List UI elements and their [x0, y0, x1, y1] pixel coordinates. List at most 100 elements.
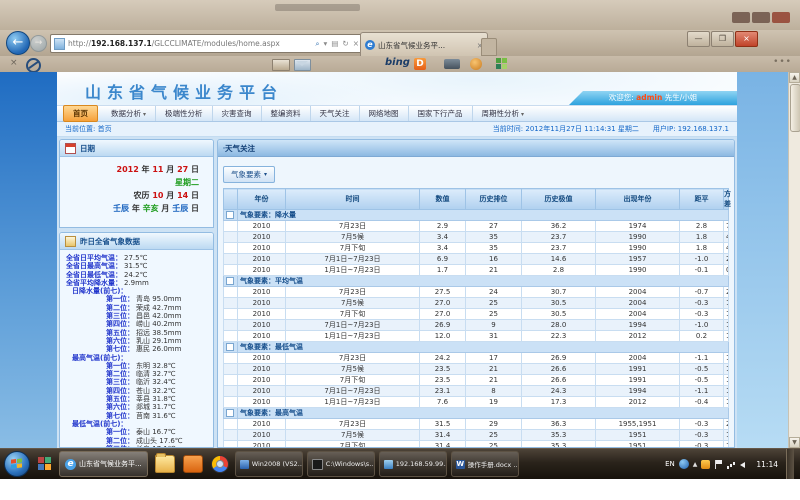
close-button[interactable]: × — [735, 31, 758, 47]
snipping-icon[interactable] — [444, 59, 460, 69]
tray-expand-icon[interactable]: ▲ — [693, 461, 698, 468]
maximize-button[interactable]: ❒ — [711, 31, 734, 47]
group-checkbox[interactable] — [226, 211, 234, 219]
bing-logo[interactable]: bing — [385, 57, 410, 68]
explorer-folder-icon[interactable] — [155, 455, 175, 473]
table-cell: 7月23日 — [286, 353, 420, 364]
addon-toolbar: × bing D ••• — [0, 56, 800, 73]
taskbar-window-button-3[interactable]: 192.168.59.99... — [379, 451, 447, 477]
table-cell: 1990 — [596, 243, 680, 254]
date-panel: 日期 2012 年 11 月 27 日星期二农历 10 月 14 日壬辰 年 辛… — [59, 139, 214, 228]
group-checkbox[interactable] — [226, 277, 234, 285]
breadcrumb: 当前位置: 首页 — [65, 124, 112, 134]
nav-item-9[interactable]: 周期性分析▾ — [472, 106, 534, 121]
scroll-up-arrow[interactable]: ▲ — [789, 72, 800, 83]
element-filter-button[interactable]: 气象要素▾ — [223, 166, 275, 183]
page-container: 山东省气候业务平台 欢迎您: admin 先生/小姐 首页数据分析▾极端性分析灾… — [57, 72, 737, 448]
address-bar[interactable]: http://192.168.137.1/GLCCLIMATE/modules/… — [50, 34, 363, 53]
group-checkbox[interactable] — [226, 409, 234, 417]
nav-item-6[interactable]: 天气关注 — [310, 106, 359, 121]
scrollbar-thumb[interactable] — [790, 84, 800, 132]
table-cell: 7月5候 — [286, 430, 420, 441]
ime-tray-icon[interactable] — [679, 459, 689, 469]
show-desktop-button[interactable] — [786, 449, 794, 479]
compatibility-icon[interactable]: ▤ — [331, 36, 338, 52]
scroll-down-arrow[interactable]: ▼ — [789, 437, 800, 448]
table-cell: 25 — [466, 309, 522, 320]
vertical-scrollbar[interactable]: ▲ ▼ — [788, 72, 800, 448]
url-path: /GLCCLIMATE/modules/home.aspx — [152, 36, 280, 52]
browser-app-icon[interactable] — [211, 455, 229, 473]
date-segment: 11 — [152, 165, 163, 174]
blocked-icon[interactable] — [26, 58, 41, 73]
weather-line: 第七位：莒南 31.6℃ — [60, 412, 211, 420]
page-viewport: 山东省气候业务平台 欢迎您: admin 先生/小姐 首页数据分析▾极端性分析灾… — [0, 72, 800, 448]
start-button[interactable] — [4, 451, 30, 477]
table-row: 20107月5候27.02530.52004-0.31.6 — [224, 298, 729, 309]
table-cell: 7月5候 — [286, 364, 420, 375]
stop-icon[interactable]: × — [353, 36, 359, 52]
apps-grid-icon[interactable] — [496, 58, 508, 70]
weather-line-label: 第四位： — [106, 387, 134, 395]
table-cell: 23.5 — [420, 375, 466, 386]
table-cell: 2010 — [238, 353, 286, 364]
table-cell: 1990 — [596, 265, 680, 276]
volume-icon[interactable] — [740, 460, 749, 469]
table-cell: 1.6 — [724, 309, 729, 320]
table-cell: 27 — [466, 221, 522, 232]
active-window-title: 山东省气候业务平... — [79, 459, 142, 469]
taskbar-clock[interactable]: 11:14 — [756, 460, 778, 469]
ime-app-icon[interactable]: D — [414, 58, 426, 70]
browser-tab[interactable]: e 山东省气候业务平... × — [360, 32, 488, 57]
nav-item-3[interactable]: 极端性分析 — [155, 106, 212, 121]
nav-item-8[interactable]: 国家下行产品 — [408, 106, 472, 121]
weather-line-label: 第三位： — [106, 312, 134, 320]
taskbar-window-button-1[interactable]: Win2008 (VS2... — [235, 451, 303, 477]
nav-item-4[interactable]: 灾害查询 — [212, 106, 261, 121]
action-center-flag-icon[interactable] — [714, 460, 723, 469]
pinned-app-icon[interactable] — [38, 457, 52, 471]
table-cell: 1957 — [596, 254, 680, 265]
table-cell: 36.3 — [522, 419, 596, 430]
more-options-icon[interactable]: ••• — [773, 57, 792, 67]
table-cell: 1.0 — [724, 386, 729, 397]
toolbar-close-icon[interactable]: × — [10, 58, 18, 68]
table-cell: -1.0 — [680, 254, 724, 265]
nav-item-5[interactable]: 整编资料 — [261, 106, 310, 121]
new-tab-button[interactable] — [481, 38, 497, 56]
chevron-down-icon: ▾ — [264, 171, 267, 178]
date-segment: 10 — [152, 191, 163, 200]
back-button[interactable]: ← — [6, 31, 30, 55]
table-cell: 1.8 — [724, 353, 729, 364]
nav-item-7[interactable]: 网络地图 — [359, 106, 408, 121]
taskbar-active-window[interactable]: e 山东省气候业务平... — [59, 451, 148, 477]
person-icon[interactable] — [470, 58, 482, 70]
minimize-button[interactable]: — — [687, 31, 710, 47]
mail-icon[interactable] — [294, 59, 311, 71]
table-cell: 19 — [466, 397, 522, 408]
nav-item-label: 灾害查询 — [222, 109, 252, 118]
group-checkbox[interactable] — [226, 343, 234, 351]
forward-button[interactable]: → — [30, 35, 47, 52]
network-icon[interactable] — [727, 460, 736, 469]
security-tray-icon[interactable] — [701, 460, 710, 469]
orange-app-icon[interactable] — [183, 455, 203, 473]
address-dropdown-icon[interactable]: ▾ — [324, 36, 328, 52]
taskbar-window-button-4[interactable]: W操作手册.docx ... — [451, 451, 519, 477]
nav-item-2[interactable]: 数据分析▾ — [102, 106, 155, 121]
group-label: 气象要素：最高气温 — [238, 408, 729, 419]
table-row: 20101月1日~7月23日7.61917.32012-0.41.6 — [224, 397, 729, 408]
table-cell: 35 — [466, 232, 522, 243]
nav-item-1[interactable]: 首页 — [63, 105, 98, 122]
table-cell: 7月下旬 — [286, 375, 420, 386]
page-background-right — [737, 72, 788, 448]
refresh-icon[interactable]: ↻ — [342, 36, 348, 52]
table-cell: 23.1 — [420, 386, 466, 397]
url-host: 192.168.137.1 — [91, 36, 152, 52]
language-indicator[interactable]: EN — [665, 460, 675, 468]
cards-icon[interactable] — [272, 59, 290, 71]
table-cell: 17.3 — [522, 397, 596, 408]
nav-item-label: 网络地图 — [369, 109, 399, 118]
taskbar-window-button-2[interactable]: C:\Windows\s... — [307, 451, 375, 477]
search-icon[interactable]: ⌕ — [315, 36, 319, 52]
